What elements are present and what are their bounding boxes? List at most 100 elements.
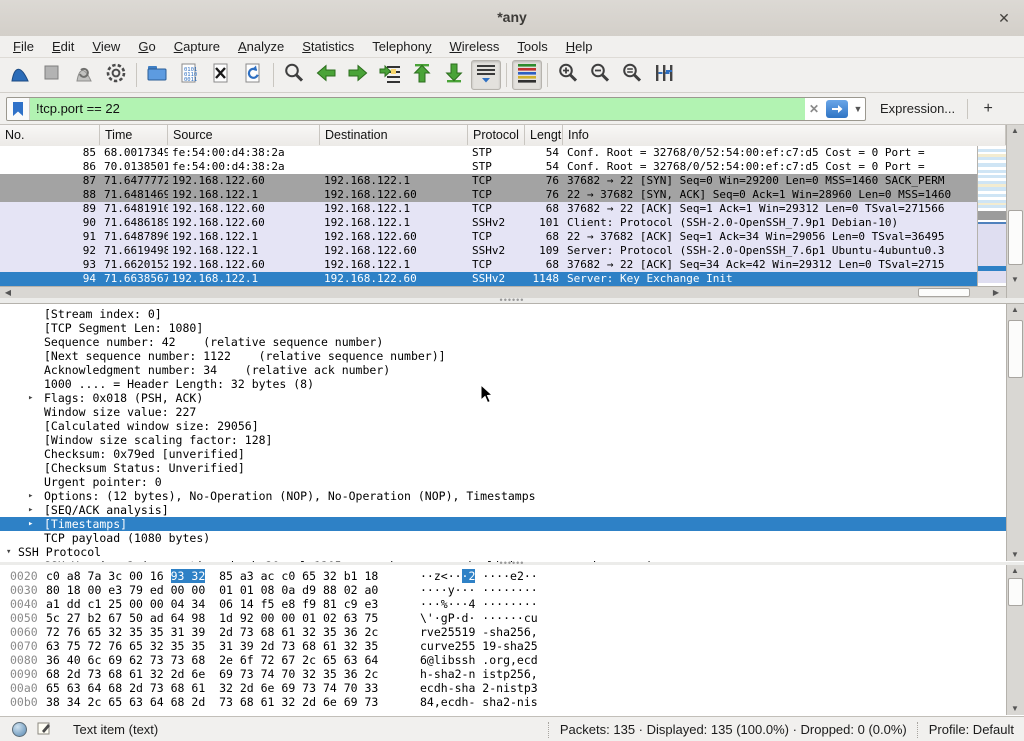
detail-line[interactable]: [Window size scaling factor: 128] <box>0 433 1006 447</box>
detail-line[interactable]: ▸Flags: 0x018 (PSH, ACK) <box>0 391 1006 405</box>
menu-wireless[interactable]: Wireless <box>441 37 509 56</box>
hex-row-00a0[interactable]: 00a065 63 64 68 2d 73 68 61 32 2d 6e 69 … <box>0 681 1006 695</box>
expanded-arrow-icon[interactable]: ▾ <box>6 545 11 559</box>
column-header-destination[interactable]: Destination <box>320 125 468 145</box>
hex-row-0090[interactable]: 009068 2d 73 68 61 32 2d 6e 69 73 74 70 … <box>0 667 1006 681</box>
find-packet-button[interactable] <box>279 60 309 90</box>
expression-button[interactable]: Expression... <box>880 101 955 116</box>
hex-row-0030[interactable]: 003080 18 00 e3 79 ed 00 00 01 01 08 0a … <box>0 583 1006 597</box>
scroll-thumb[interactable] <box>918 288 970 297</box>
scroll-up-icon[interactable]: ▲ <box>1007 125 1023 137</box>
detail-line[interactable]: TCP payload (1080 bytes) <box>0 531 1006 545</box>
expert-info-icon[interactable] <box>12 722 27 737</box>
scroll-down-icon[interactable]: ▼ <box>1007 549 1023 561</box>
packet-row-89[interactable]: 8971.648191037192.168.122.60192.168.122.… <box>0 202 977 216</box>
restart-capture-button[interactable] <box>69 60 99 90</box>
menu-tools[interactable]: Tools <box>508 37 556 56</box>
hex-row-0050[interactable]: 00505c 27 b2 67 50 ad 64 98 1d 92 00 00 … <box>0 611 1006 625</box>
detail-line[interactable]: [TCP Segment Len: 1080] <box>0 321 1006 335</box>
hex-ascii[interactable]: curve255 19-sha25 <box>420 639 538 653</box>
capture-comment-icon[interactable] <box>37 721 51 738</box>
hex-ascii[interactable]: ecdh-sha 2-nistp3 <box>420 681 538 695</box>
stop-capture-button[interactable] <box>37 60 67 90</box>
packet-row-85[interactable]: 8568.001734936fe:54:00:d4:38:2aSTP54Conf… <box>0 146 977 160</box>
display-filter-input[interactable] <box>30 98 805 120</box>
go-last-button[interactable] <box>439 60 469 90</box>
detail-line[interactable]: Urgent pointer: 0 <box>0 475 1006 489</box>
go-to-packet-button[interactable] <box>375 60 405 90</box>
colorize-button[interactable] <box>512 60 542 90</box>
go-back-button[interactable] <box>311 60 341 90</box>
resize-columns-button[interactable] <box>649 60 679 90</box>
menu-capture[interactable]: Capture <box>165 37 229 56</box>
hex-bytes[interactable]: 72 76 65 32 35 35 31 39 2d 73 68 61 32 3… <box>46 625 378 639</box>
packet-row-92[interactable]: 9271.661949820192.168.122.1192.168.122.6… <box>0 244 977 258</box>
menu-statistics[interactable]: Statistics <box>293 37 363 56</box>
menu-telephony[interactable]: Telephony <box>363 37 440 56</box>
save-file-button[interactable]: 010101100011 <box>174 60 204 90</box>
hex-bytes[interactable]: a1 dd c1 25 00 00 04 34 06 14 f5 e8 f9 8… <box>46 597 378 611</box>
hex-bytes[interactable]: 63 75 72 76 65 32 35 35 31 39 2d 73 68 6… <box>46 639 378 653</box>
detail-line[interactable]: ▸Options: (12 bytes), No-Operation (NOP)… <box>0 489 1006 503</box>
hex-row-0060[interactable]: 006072 76 65 32 35 35 31 39 2d 73 68 61 … <box>0 625 1006 639</box>
hex-ascii[interactable]: \'·gP·d· ······cu <box>420 611 538 625</box>
detail-line[interactable]: ▸[Timestamps] <box>0 517 1006 531</box>
details-vscrollbar[interactable]: ▲ ▼ <box>1006 304 1024 561</box>
status-profile[interactable]: Profile: Default <box>929 722 1014 737</box>
hex-ascii[interactable]: rve25519 -sha256, <box>420 625 538 639</box>
hex-ascii[interactable]: h-sha2-n istp256, <box>420 667 538 681</box>
packet-list-minimap[interactable] <box>977 146 1006 286</box>
detail-line[interactable]: Checksum: 0x79ed [unverified] <box>0 447 1006 461</box>
bytes-vscrollbar[interactable]: ▲ ▼ <box>1006 565 1024 715</box>
collapsed-arrow-icon[interactable]: ▸ <box>28 489 33 503</box>
detail-line[interactable]: ▾SSH Protocol <box>0 545 1006 559</box>
packet-row-93[interactable]: 9371.662015274192.168.122.60192.168.122.… <box>0 258 977 272</box>
menu-file[interactable]: File <box>4 37 43 56</box>
close-window-button[interactable]: ✕ <box>994 8 1014 28</box>
packet-row-90[interactable]: 9071.648618924192.168.122.60192.168.122.… <box>0 216 977 230</box>
menu-edit[interactable]: Edit <box>43 37 83 56</box>
open-file-button[interactable] <box>142 60 172 90</box>
detail-line[interactable]: Acknowledgment number: 34 (relative ack … <box>0 363 1006 377</box>
hex-bytes[interactable]: 65 63 64 68 2d 73 68 61 32 2d 6e 69 73 7… <box>46 681 378 695</box>
filter-dropdown-caret-icon[interactable]: ▼ <box>851 104 865 114</box>
column-header-length[interactable]: Length <box>525 125 563 145</box>
detail-line[interactable]: ▸[SEQ/ACK analysis] <box>0 503 1006 517</box>
clear-filter-icon[interactable]: ✕ <box>805 102 823 116</box>
scroll-up-icon[interactable]: ▲ <box>1007 304 1023 316</box>
collapsed-arrow-icon[interactable]: ▸ <box>28 503 33 517</box>
column-header-info[interactable]: Info <box>563 125 1006 145</box>
hex-bytes[interactable]: 80 18 00 e3 79 ed 00 00 01 01 08 0a d9 8… <box>46 583 378 597</box>
packet-row-86[interactable]: 8670.013850163fe:54:00:d4:38:2aSTP54Conf… <box>0 160 977 174</box>
scroll-thumb[interactable] <box>1008 210 1023 265</box>
filter-bookmark-button[interactable] <box>7 98 30 120</box>
scroll-up-icon[interactable]: ▲ <box>1007 565 1023 577</box>
hex-row-0040[interactable]: 0040a1 dd c1 25 00 00 04 34 06 14 f5 e8 … <box>0 597 1006 611</box>
hex-bytes[interactable]: 36 40 6c 69 62 73 73 68 2e 6f 72 67 2c 6… <box>46 653 378 667</box>
scroll-thumb[interactable] <box>1008 320 1023 378</box>
go-forward-button[interactable] <box>343 60 373 90</box>
menu-view[interactable]: View <box>83 37 129 56</box>
add-filter-button[interactable]: + <box>978 100 998 118</box>
capture-options-button[interactable] <box>101 60 131 90</box>
column-header-time[interactable]: Time <box>100 125 168 145</box>
hex-ascii[interactable]: 84,ecdh- sha2-nis <box>420 695 538 709</box>
hex-bytes[interactable]: 68 2d 73 68 61 32 2d 6e 69 73 74 70 32 3… <box>46 667 378 681</box>
hex-ascii[interactable]: ··z<···2 ····e2·· <box>420 569 538 583</box>
menu-analyze[interactable]: Analyze <box>229 37 293 56</box>
packet-list-vscrollbar[interactable]: ▲ ▼ <box>1006 125 1024 298</box>
zoom-in-button[interactable] <box>553 60 583 90</box>
apply-filter-button[interactable] <box>826 100 848 118</box>
zoom-original-button[interactable] <box>617 60 647 90</box>
packet-row-94[interactable]: 9471.663856741192.168.122.1192.168.122.6… <box>0 272 977 286</box>
menu-help[interactable]: Help <box>557 37 602 56</box>
scroll-thumb[interactable] <box>1008 578 1023 606</box>
hex-row-0020[interactable]: 0020c0 a8 7a 3c 00 16 93 32 85 a3 ac c0 … <box>0 569 1006 583</box>
hex-bytes[interactable]: 5c 27 b2 67 50 ad 64 98 1d 92 00 00 01 0… <box>46 611 378 625</box>
close-file-button[interactable] <box>206 60 236 90</box>
hex-ascii[interactable]: ····y··· ········ <box>420 583 538 597</box>
hex-row-0080[interactable]: 008036 40 6c 69 62 73 73 68 2e 6f 72 67 … <box>0 653 1006 667</box>
hex-bytes[interactable]: c0 a8 7a 3c 00 16 93 32 85 a3 ac c0 65 3… <box>46 569 378 583</box>
detail-line[interactable]: [Checksum Status: Unverified] <box>0 461 1006 475</box>
detail-line[interactable]: [Stream index: 0] <box>0 307 1006 321</box>
